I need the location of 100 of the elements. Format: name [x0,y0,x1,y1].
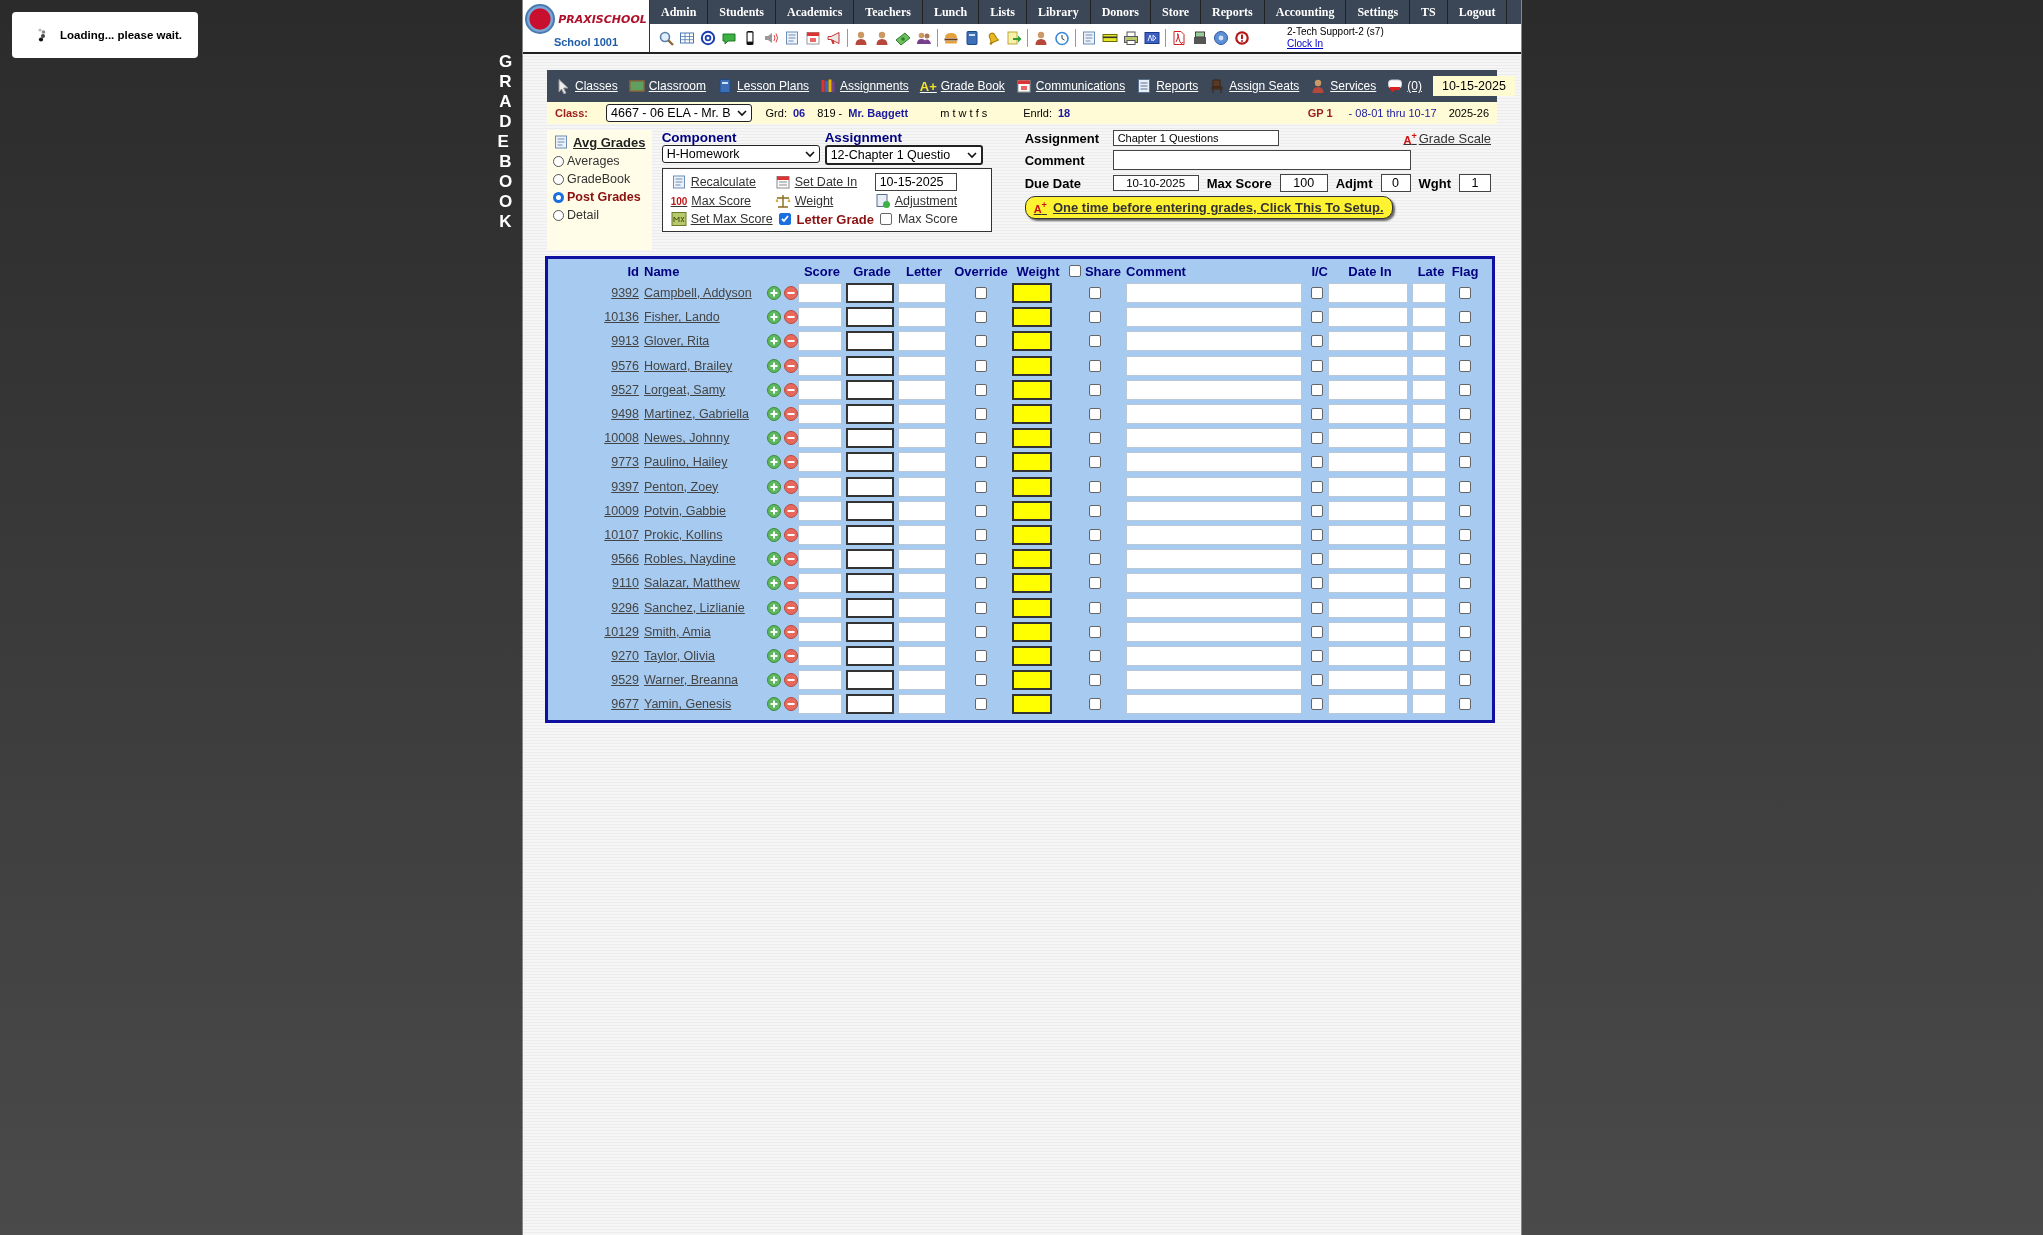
grade-field[interactable] [846,452,894,473]
checkbox[interactable] [1089,698,1101,711]
date-in-field[interactable] [1328,355,1408,376]
date-in-field[interactable] [1328,573,1408,594]
add-icon[interactable] [766,551,782,568]
nav-menu-item[interactable]: Students [708,0,777,24]
letter-field[interactable] [898,379,946,400]
letter-field[interactable] [898,476,946,497]
adjustment-link[interactable]: Adjustment [874,193,983,209]
student-id-link[interactable]: 10107 [604,527,639,542]
remove-icon[interactable] [783,647,799,664]
nav-menu-item[interactable]: TS [1410,0,1448,24]
view-option[interactable]: Post Grades [553,190,648,204]
toolbar-link[interactable]: Lesson Plans [717,78,810,94]
checkbox[interactable] [1311,649,1323,662]
grade-field[interactable] [846,549,894,570]
checkbox[interactable] [1459,480,1471,493]
speaker-icon[interactable] [763,30,779,46]
score-field[interactable] [798,573,842,594]
letter-field[interactable] [898,573,946,594]
toolbar-link[interactable]: A+ Grade Book [919,78,1005,94]
date-in-field[interactable]: 10-15-2025 [874,173,957,191]
checkbox[interactable] [975,698,987,711]
checkbox[interactable] [1311,625,1323,638]
checkbox[interactable] [1459,625,1471,638]
weight-link[interactable]: Weight [774,193,875,209]
remove-icon[interactable] [783,478,799,495]
printer-icon[interactable] [1123,30,1139,46]
letter-field[interactable] [898,355,946,376]
score-field[interactable] [798,476,842,497]
date-in-field[interactable] [1328,524,1408,545]
student-id-link[interactable]: 10136 [604,310,639,325]
radio-button[interactable] [553,173,564,185]
student-id-link[interactable]: 9527 [611,382,639,397]
checkbox[interactable] [975,432,987,445]
list-icon[interactable] [1081,30,1097,46]
checkbox[interactable] [1459,383,1471,396]
checkbox[interactable] [1089,601,1101,614]
at-sign-icon[interactable] [700,30,716,46]
checkbox[interactable] [1311,456,1323,469]
checkbox[interactable] [1311,674,1323,687]
radio-button[interactable] [553,155,564,167]
people-icon[interactable] [916,30,932,46]
nav-menu-item[interactable]: Store [1151,0,1202,24]
checkbox[interactable] [879,213,892,225]
student-name-link[interactable]: Taylor, Olivia [644,648,715,663]
remove-icon[interactable] [783,285,799,302]
burger-icon[interactable] [943,30,959,46]
checkbox[interactable] [975,528,987,541]
remove-icon[interactable] [783,430,799,447]
student-name-link[interactable]: Paulino, Hailey [644,455,728,470]
add-icon[interactable] [766,502,782,519]
late-field[interactable] [1412,404,1446,425]
view-option[interactable]: GradeBook [553,172,648,186]
megaphone-icon[interactable] [826,30,842,46]
checkbox[interactable] [1459,553,1471,566]
checkbox[interactable] [778,213,791,225]
toolbar-link[interactable]: Reports [1136,78,1199,94]
add-icon[interactable] [766,478,782,495]
checkbox[interactable] [975,456,987,469]
score-field[interactable] [798,694,842,715]
max-score-link[interactable]: 100 Max Score [670,194,775,208]
add-icon[interactable] [766,309,782,326]
letter-field[interactable] [898,549,946,570]
remove-icon[interactable] [783,502,799,519]
remove-icon[interactable] [783,599,799,616]
date-in-field[interactable] [1328,307,1408,328]
checkbox[interactable] [1311,553,1323,566]
weight-field[interactable] [1012,476,1052,497]
late-field[interactable] [1412,524,1446,545]
late-field[interactable] [1412,452,1446,473]
date-in-field[interactable] [1328,645,1408,666]
assignment-select[interactable]: 12-Chapter 1 Questio [824,145,983,165]
score-field[interactable] [798,452,842,473]
add-icon[interactable] [766,333,782,350]
weight-field[interactable] [1012,670,1052,691]
student-name-link[interactable]: Newes, Johnny [644,431,730,446]
view-option[interactable]: Averages [553,154,648,168]
grade-field[interactable] [846,428,894,449]
recalculate-link[interactable]: Recalculate [670,174,775,190]
checkbox[interactable] [1459,408,1471,421]
checkbox[interactable] [975,311,987,324]
student-name-link[interactable]: Robles, Naydine [644,552,736,567]
weight-field[interactable] [1012,500,1052,521]
checkbox[interactable] [1089,432,1101,445]
score-field[interactable] [798,331,842,352]
add-icon[interactable] [766,381,782,398]
nav-menu-item[interactable]: Library [1026,0,1091,24]
student-id-link[interactable]: 9296 [611,600,639,615]
checkbox[interactable] [1459,674,1471,687]
late-field[interactable] [1412,428,1446,449]
nav-menu-item[interactable]: Academics [776,0,855,24]
late-field[interactable] [1412,283,1446,304]
checkbox[interactable] [1089,287,1101,300]
ledger-icon[interactable] [1144,30,1160,46]
score-field[interactable] [798,379,842,400]
date-in-field[interactable] [1328,476,1408,497]
student-id-link[interactable]: 9529 [611,673,639,688]
checkbox[interactable] [1459,577,1471,590]
student-name-link[interactable]: Sanchez, Lizlianie [644,600,745,615]
